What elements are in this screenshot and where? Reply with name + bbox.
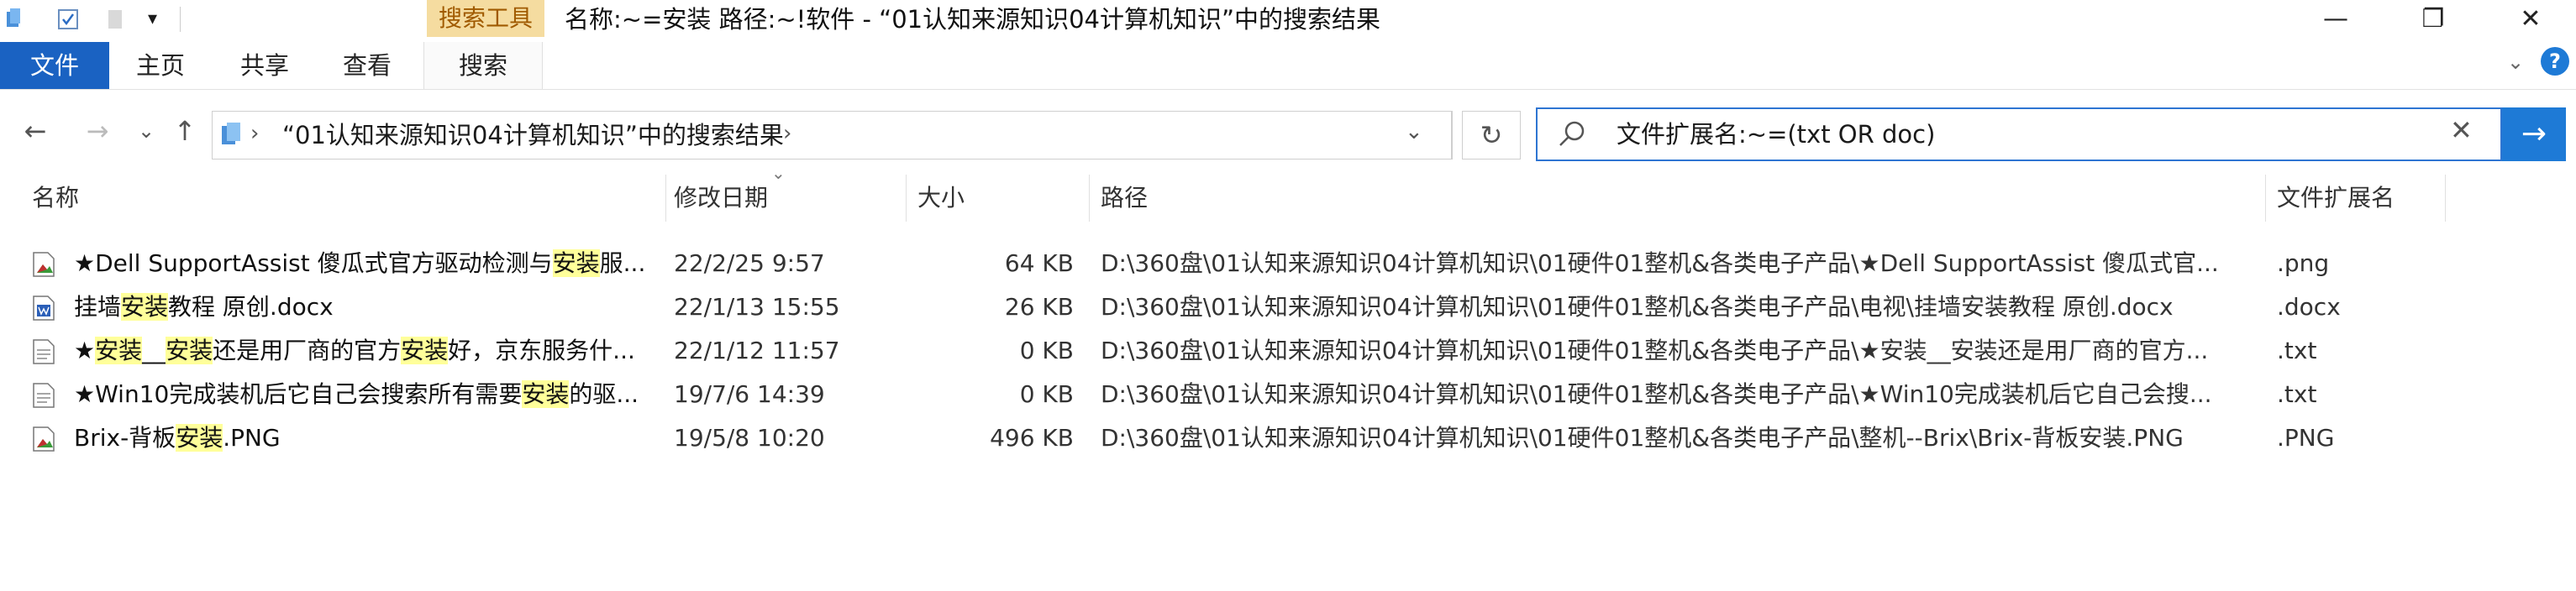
file-path: D:\360盘\01认知来源知识04计算机知识\01硬件01整机&各类电子产品\… [1101, 424, 2184, 452]
file-extension: .txt [2277, 380, 2317, 408]
search-icon [1556, 119, 1586, 149]
address-text: “01认知来源知识04计算机知识”中的搜索结果 [282, 121, 784, 149]
column-header-name[interactable]: 名称 [32, 175, 79, 222]
file-path: D:\360盘\01认知来源知识04计算机知识\01硬件01整机&各类电子产品\… [1101, 380, 2212, 408]
document-file-icon [32, 295, 55, 322]
tab-view[interactable]: 查看 [329, 42, 405, 89]
breadcrumb-chevron-icon[interactable]: › [783, 121, 791, 146]
file-size: 64 KB [1004, 249, 1074, 277]
file-size: 0 KB [1019, 337, 1074, 364]
divider [180, 7, 181, 32]
refresh-button[interactable]: ↻ [1462, 111, 1521, 160]
ribbon-divider [0, 89, 2576, 90]
file-size: 0 KB [1019, 380, 1074, 408]
new-folder-icon[interactable] [106, 8, 124, 29]
customize-toolbar-icon[interactable]: ▾ [148, 8, 157, 29]
search-query-text: 文件扩展名:~=(txt OR doc) [1617, 120, 1936, 149]
column-divider[interactable] [665, 175, 666, 222]
file-date-modified: 22/1/12 11:57 [674, 337, 840, 364]
file-date-modified: 22/2/25 9:57 [674, 249, 825, 277]
file-row[interactable]: 挂墙安装教程 原创.docx 22/1/13 15:55 26 KB D:\360盘\… [0, 285, 2453, 328]
forward-button[interactable]: → [77, 107, 118, 154]
file-date-modified: 22/1/13 15:55 [674, 293, 840, 321]
file-size: 26 KB [1004, 293, 1074, 321]
file-path: D:\360盘\01认知来源知识04计算机知识\01硬件01整机&各类电子产品\… [1101, 249, 2219, 277]
text-file-icon [32, 338, 55, 365]
breadcrumb-chevron-icon[interactable]: › [250, 121, 259, 146]
search-results-folder-icon [220, 121, 244, 148]
back-button[interactable]: ← [15, 107, 55, 154]
clear-search-button[interactable]: ✕ [2450, 114, 2473, 146]
file-name: ★Dell SupportAssist 傻瓜式官方驱动检测与安装服... [74, 249, 646, 277]
help-icon[interactable]: ? [2541, 47, 2569, 76]
up-button[interactable]: ↑ [165, 107, 205, 154]
maximize-button[interactable]: ❐ [2384, 0, 2482, 39]
tab-file[interactable]: 文件 [0, 42, 109, 89]
window-title: 名称:~=安装 路径:~!软件 - “01认知来源知识04计算机知识”中的搜索结… [565, 5, 1381, 34]
column-divider[interactable] [2265, 175, 2266, 222]
close-button[interactable]: ✕ [2482, 0, 2576, 39]
text-file-icon [32, 382, 55, 409]
file-name: ★Win10完成装机后它自己会搜索所有需要安装的驱... [74, 380, 639, 408]
properties-icon[interactable] [57, 8, 79, 29]
column-divider[interactable] [1089, 175, 1090, 222]
file-extension: .txt [2277, 337, 2317, 364]
search-tools-context-tab: 搜索工具 [427, 0, 544, 37]
column-header-extension[interactable]: 文件扩展名 [2277, 175, 2395, 222]
file-size: 496 KB [990, 424, 1074, 452]
column-header-size[interactable]: 大小 [917, 175, 965, 222]
file-date-modified: 19/7/6 14:39 [674, 380, 825, 408]
app-icon [5, 8, 22, 29]
column-divider[interactable] [2445, 175, 2446, 222]
file-row[interactable]: ★安装__安装还是用厂商的官方安装好，京东服务什... 22/1/12 11:57… [0, 329, 2453, 372]
column-header-path[interactable]: 路径 [1101, 175, 1148, 222]
divider [1452, 111, 1453, 160]
sort-descending-icon: ⌄ [771, 163, 786, 183]
file-name: ★安装__安装还是用厂商的官方安装好，京东服务什... [74, 337, 635, 364]
minimize-button[interactable]: — [2287, 0, 2384, 39]
file-path: D:\360盘\01认知来源知识04计算机知识\01硬件01整机&各类电子产品\… [1101, 293, 2174, 321]
image-file-icon [32, 251, 55, 278]
tab-share[interactable]: 共享 [227, 42, 302, 89]
file-row[interactable]: ★Dell SupportAssist 傻瓜式官方驱动检测与安装服... 22/2… [0, 242, 2453, 285]
file-extension: .docx [2277, 293, 2341, 321]
file-extension: .png [2277, 249, 2330, 277]
recent-locations-button[interactable]: ⌄ [126, 107, 166, 154]
file-name: Brix-背板安装.PNG [74, 424, 281, 452]
file-row[interactable]: Brix-背板安装.PNG 19/5/8 10:20 496 KB D:\360盘\0… [0, 416, 2453, 459]
image-file-icon [32, 426, 55, 452]
address-dropdown-icon[interactable]: ⌄ [1405, 119, 1423, 144]
ribbon-expand-icon[interactable]: ⌄ [2507, 50, 2524, 74]
file-name: 挂墙安装教程 原创.docx [74, 293, 334, 321]
tab-search[interactable]: 搜索 [423, 42, 543, 89]
column-header-date-modified[interactable]: 修改日期 [674, 175, 768, 222]
tab-home[interactable]: 主页 [123, 42, 198, 89]
column-divider[interactable] [906, 175, 907, 222]
go-search-button[interactable]: → [2502, 107, 2566, 161]
file-date-modified: 19/5/8 10:20 [674, 424, 825, 452]
file-row[interactable]: ★Win10完成装机后它自己会搜索所有需要安装的驱... 19/7/6 14:39… [0, 373, 2453, 416]
file-extension: .PNG [2277, 424, 2335, 452]
file-path: D:\360盘\01认知来源知识04计算机知识\01硬件01整机&各类电子产品\… [1101, 337, 2209, 364]
